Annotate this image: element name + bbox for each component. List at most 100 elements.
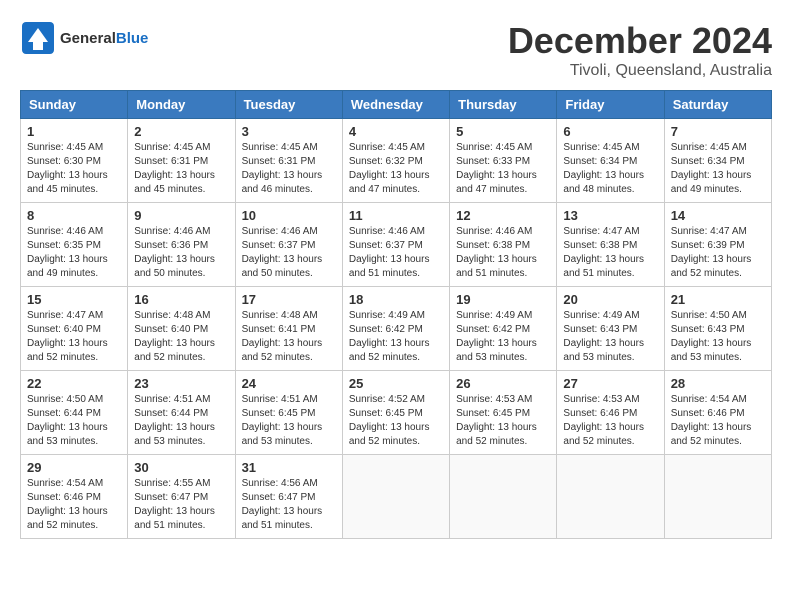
title-block: December 2024 Tivoli, Queensland, Austra…	[508, 20, 772, 80]
day-number: 27	[563, 376, 657, 391]
day-info: Sunrise: 4:46 AMSunset: 6:37 PMDaylight:…	[242, 225, 336, 281]
day-info: Sunrise: 4:56 AMSunset: 6:47 PMDaylight:…	[242, 477, 336, 533]
day-cell	[342, 455, 449, 539]
week-row-4: 22 Sunrise: 4:50 AMSunset: 6:44 PMDayligh…	[21, 371, 772, 455]
day-cell: 30 Sunrise: 4:55 AMSunset: 6:47 PMDayligh…	[128, 455, 235, 539]
day-info: Sunrise: 4:45 AMSunset: 6:34 PMDaylight:…	[563, 141, 657, 197]
day-cell: 18 Sunrise: 4:49 AMSunset: 6:42 PMDayligh…	[342, 287, 449, 371]
day-info: Sunrise: 4:45 AMSunset: 6:30 PMDaylight:…	[27, 141, 121, 197]
day-cell: 17 Sunrise: 4:48 AMSunset: 6:41 PMDayligh…	[235, 287, 342, 371]
weekday-header-row: SundayMondayTuesdayWednesdayThursdayFrid…	[21, 91, 772, 119]
day-info: Sunrise: 4:51 AMSunset: 6:44 PMDaylight:…	[134, 393, 228, 449]
day-cell: 8 Sunrise: 4:46 AMSunset: 6:35 PMDaylight…	[21, 203, 128, 287]
day-number: 21	[671, 292, 765, 307]
day-number: 9	[134, 208, 228, 223]
day-info: Sunrise: 4:54 AMSunset: 6:46 PMDaylight:…	[671, 393, 765, 449]
day-info: Sunrise: 4:46 AMSunset: 6:38 PMDaylight:…	[456, 225, 550, 281]
logo-general: General	[60, 30, 116, 47]
day-number: 2	[134, 124, 228, 139]
day-cell: 27 Sunrise: 4:53 AMSunset: 6:46 PMDayligh…	[557, 371, 664, 455]
day-info: Sunrise: 4:47 AMSunset: 6:38 PMDaylight:…	[563, 225, 657, 281]
day-info: Sunrise: 4:46 AMSunset: 6:35 PMDaylight:…	[27, 225, 121, 281]
day-info: Sunrise: 4:45 AMSunset: 6:31 PMDaylight:…	[134, 141, 228, 197]
day-cell: 26 Sunrise: 4:53 AMSunset: 6:45 PMDayligh…	[450, 371, 557, 455]
day-info: Sunrise: 4:45 AMSunset: 6:32 PMDaylight:…	[349, 141, 443, 197]
day-number: 20	[563, 292, 657, 307]
weekday-header-wednesday: Wednesday	[342, 91, 449, 119]
day-cell: 14 Sunrise: 4:47 AMSunset: 6:39 PMDayligh…	[664, 203, 771, 287]
day-cell: 29 Sunrise: 4:54 AMSunset: 6:46 PMDayligh…	[21, 455, 128, 539]
day-number: 30	[134, 460, 228, 475]
day-number: 22	[27, 376, 121, 391]
day-info: Sunrise: 4:46 AMSunset: 6:36 PMDaylight:…	[134, 225, 228, 281]
day-info: Sunrise: 4:51 AMSunset: 6:45 PMDaylight:…	[242, 393, 336, 449]
day-cell	[450, 455, 557, 539]
week-row-3: 15 Sunrise: 4:47 AMSunset: 6:40 PMDayligh…	[21, 287, 772, 371]
day-info: Sunrise: 4:49 AMSunset: 6:42 PMDaylight:…	[349, 309, 443, 365]
day-info: Sunrise: 4:47 AMSunset: 6:40 PMDaylight:…	[27, 309, 121, 365]
day-cell	[557, 455, 664, 539]
day-info: Sunrise: 4:49 AMSunset: 6:42 PMDaylight:…	[456, 309, 550, 365]
day-number: 17	[242, 292, 336, 307]
day-info: Sunrise: 4:53 AMSunset: 6:45 PMDaylight:…	[456, 393, 550, 449]
day-info: Sunrise: 4:49 AMSunset: 6:43 PMDaylight:…	[563, 309, 657, 365]
day-number: 19	[456, 292, 550, 307]
day-number: 5	[456, 124, 550, 139]
logo-icon	[20, 20, 56, 56]
day-info: Sunrise: 4:50 AMSunset: 6:44 PMDaylight:…	[27, 393, 121, 449]
day-cell: 24 Sunrise: 4:51 AMSunset: 6:45 PMDayligh…	[235, 371, 342, 455]
day-info: Sunrise: 4:47 AMSunset: 6:39 PMDaylight:…	[671, 225, 765, 281]
day-number: 15	[27, 292, 121, 307]
day-number: 16	[134, 292, 228, 307]
day-number: 25	[349, 376, 443, 391]
day-info: Sunrise: 4:48 AMSunset: 6:41 PMDaylight:…	[242, 309, 336, 365]
day-number: 6	[563, 124, 657, 139]
day-info: Sunrise: 4:45 AMSunset: 6:31 PMDaylight:…	[242, 141, 336, 197]
day-info: Sunrise: 4:54 AMSunset: 6:46 PMDaylight:…	[27, 477, 121, 533]
day-cell: 9 Sunrise: 4:46 AMSunset: 6:36 PMDaylight…	[128, 203, 235, 287]
calendar-table: SundayMondayTuesdayWednesdayThursdayFrid…	[20, 90, 772, 539]
week-row-1: 1 Sunrise: 4:45 AMSunset: 6:30 PMDaylight…	[21, 119, 772, 203]
weekday-header-sunday: Sunday	[21, 91, 128, 119]
logo: GeneralBlue	[20, 20, 148, 56]
day-number: 31	[242, 460, 336, 475]
day-info: Sunrise: 4:48 AMSunset: 6:40 PMDaylight:…	[134, 309, 228, 365]
day-cell: 11Sunrise: 4:46 AMSunset: 6:37 PMDayligh…	[342, 203, 449, 287]
day-number: 29	[27, 460, 121, 475]
weekday-header-saturday: Saturday	[664, 91, 771, 119]
week-row-2: 8 Sunrise: 4:46 AMSunset: 6:35 PMDaylight…	[21, 203, 772, 287]
day-info: Sunrise: 4:52 AMSunset: 6:45 PMDaylight:…	[349, 393, 443, 449]
day-cell: 5Sunrise: 4:45 AMSunset: 6:33 PMDaylight…	[450, 119, 557, 203]
day-cell: 20 Sunrise: 4:49 AMSunset: 6:43 PMDayligh…	[557, 287, 664, 371]
day-cell: 4Sunrise: 4:45 AMSunset: 6:32 PMDaylight…	[342, 119, 449, 203]
day-cell: 19 Sunrise: 4:49 AMSunset: 6:42 PMDayligh…	[450, 287, 557, 371]
day-cell: 10Sunrise: 4:46 AMSunset: 6:37 PMDayligh…	[235, 203, 342, 287]
weekday-header-friday: Friday	[557, 91, 664, 119]
day-number: 26	[456, 376, 550, 391]
day-cell: 13Sunrise: 4:47 AMSunset: 6:38 PMDayligh…	[557, 203, 664, 287]
location-title: Tivoli, Queensland, Australia	[508, 62, 772, 80]
day-number: 11	[349, 208, 443, 223]
day-cell: 16 Sunrise: 4:48 AMSunset: 6:40 PMDayligh…	[128, 287, 235, 371]
day-info: Sunrise: 4:55 AMSunset: 6:47 PMDaylight:…	[134, 477, 228, 533]
day-cell: 3 Sunrise: 4:45 AMSunset: 6:31 PMDaylight…	[235, 119, 342, 203]
day-number: 24	[242, 376, 336, 391]
day-number: 23	[134, 376, 228, 391]
day-number: 14	[671, 208, 765, 223]
day-number: 28	[671, 376, 765, 391]
weekday-header-monday: Monday	[128, 91, 235, 119]
day-cell: 28 Sunrise: 4:54 AMSunset: 6:46 PMDayligh…	[664, 371, 771, 455]
day-number: 3	[242, 124, 336, 139]
day-cell: 22 Sunrise: 4:50 AMSunset: 6:44 PMDayligh…	[21, 371, 128, 455]
day-number: 8	[27, 208, 121, 223]
day-number: 1	[27, 124, 121, 139]
weekday-header-tuesday: Tuesday	[235, 91, 342, 119]
day-cell: 21Sunrise: 4:50 AMSunset: 6:43 PMDayligh…	[664, 287, 771, 371]
logo-blue: Blue	[116, 30, 149, 47]
day-cell: 1 Sunrise: 4:45 AMSunset: 6:30 PMDaylight…	[21, 119, 128, 203]
day-cell: 2 Sunrise: 4:45 AMSunset: 6:31 PMDaylight…	[128, 119, 235, 203]
day-info: Sunrise: 4:45 AMSunset: 6:34 PMDaylight:…	[671, 141, 765, 197]
day-info: Sunrise: 4:53 AMSunset: 6:46 PMDaylight:…	[563, 393, 657, 449]
day-number: 18	[349, 292, 443, 307]
day-cell: 6 Sunrise: 4:45 AMSunset: 6:34 PMDaylight…	[557, 119, 664, 203]
